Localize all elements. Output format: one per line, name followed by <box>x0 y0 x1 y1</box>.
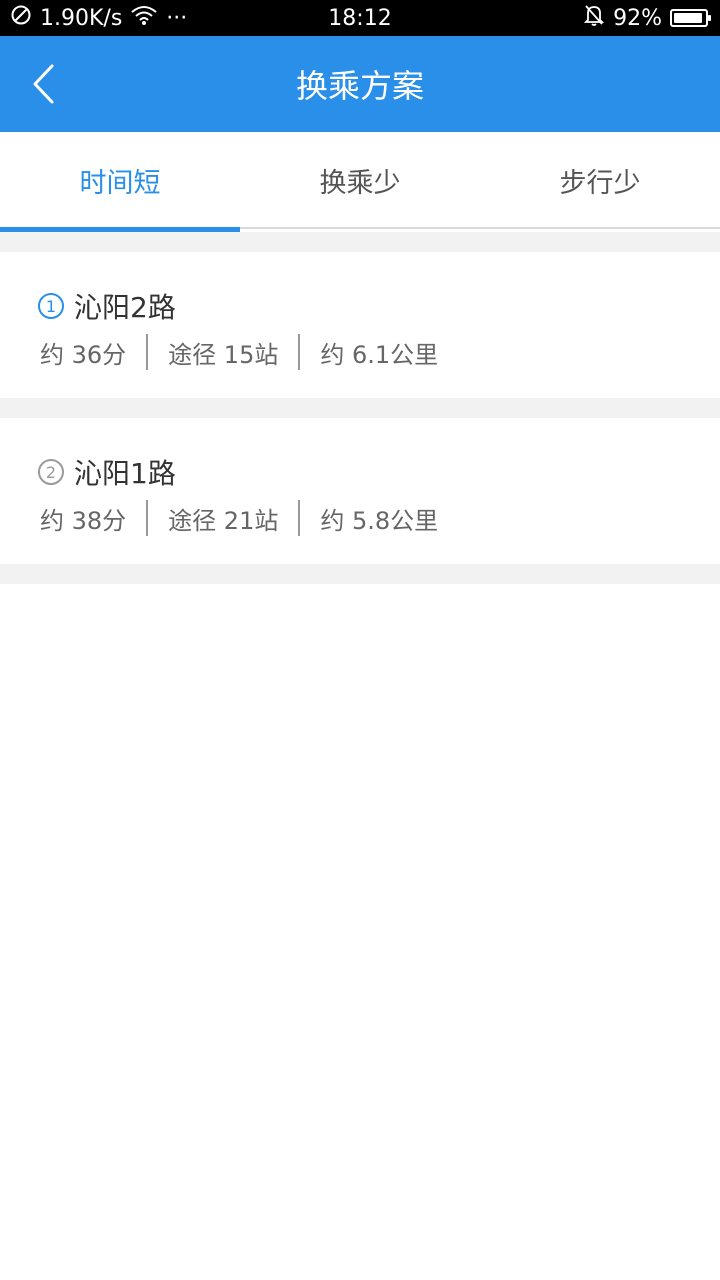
tab-shortest-time[interactable]: 时间短 <box>0 132 240 228</box>
route-distance: 约 5.8公里 <box>320 506 439 535</box>
battery-percent: 92% <box>613 5 662 31</box>
meta-divider <box>298 334 301 370</box>
status-left: 1.90K/s ··· <box>10 0 187 36</box>
route-name: 沁阳1路 <box>74 457 176 490</box>
route-tabs: 时间短 换乘少 步行少 <box>0 132 720 232</box>
meta-divider <box>298 500 301 536</box>
route-meta: 约 38分 途径 21站 约 5.8公里 <box>40 500 438 536</box>
route-title: 1 沁阳2路 <box>38 288 176 324</box>
no-sim-icon <box>10 4 32 32</box>
route-list: 1 沁阳2路 约 36分 途径 15站 约 6.1公里 2 沁阳1路 约 38分… <box>0 232 720 584</box>
route-distance: 约 6.1公里 <box>320 340 439 369</box>
meta-divider <box>146 500 149 536</box>
route-meta: 约 36分 途径 15站 约 6.1公里 <box>40 334 438 370</box>
route-item-2[interactable]: 2 沁阳1路 约 38分 途径 21站 约 5.8公里 <box>0 418 720 564</box>
battery-icon <box>670 9 711 27</box>
meta-divider <box>146 334 149 370</box>
tab-fewest-transfers[interactable]: 换乘少 <box>240 132 480 228</box>
tab-least-walking[interactable]: 步行少 <box>480 132 720 228</box>
route-stops: 途径 15站 <box>168 340 279 369</box>
mute-bell-icon <box>583 3 605 33</box>
page-title: 换乘方案 <box>295 67 424 105</box>
chevron-left-icon <box>33 64 54 104</box>
app-header: 换乘方案 <box>0 36 720 132</box>
status-right: 92% <box>583 0 711 36</box>
route-name: 沁阳2路 <box>74 291 176 324</box>
battery-fill <box>674 13 702 23</box>
more-dots: ··· <box>166 5 188 31</box>
network-speed: 1.90K/s <box>40 5 123 31</box>
route-time: 约 38分 <box>40 506 127 535</box>
wifi-icon <box>130 4 158 32</box>
back-button[interactable] <box>22 60 66 108</box>
route-item-1[interactable]: 1 沁阳2路 约 36分 途径 15站 约 6.1公里 <box>0 252 720 398</box>
list-gap <box>0 232 720 252</box>
route-time: 约 36分 <box>40 340 127 369</box>
route-title: 2 沁阳1路 <box>38 454 176 490</box>
route-index-badge: 2 <box>38 459 64 485</box>
list-gap <box>0 398 720 418</box>
route-stops: 途径 21站 <box>168 506 279 535</box>
status-bar: 1.90K/s ··· 18:12 92% <box>0 0 720 36</box>
route-index-badge: 1 <box>38 293 64 319</box>
list-gap <box>0 564 720 584</box>
